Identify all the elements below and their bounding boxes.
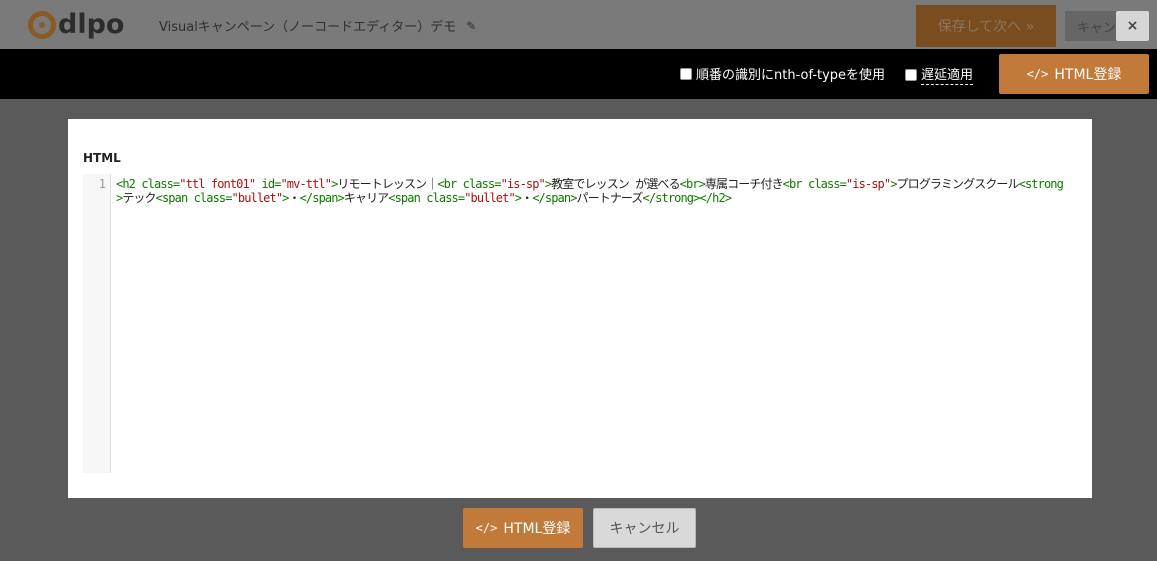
html-editor-panel: HTML 1 <h2 class="ttl font01" id="mv-ttl… <box>68 119 1092 498</box>
page-title: Visualキャンペーン（ノーコードエディター）デモ ✎ <box>159 16 476 36</box>
nth-of-type-checkbox[interactable] <box>680 67 692 80</box>
save-next-button[interactable]: 保存して次へ » <box>916 5 1056 47</box>
close-icon[interactable]: × <box>1116 11 1149 41</box>
code-icon: </> <box>475 521 498 535</box>
logo: dlpo <box>28 10 124 40</box>
code-content[interactable]: <h2 class="ttl font01" id="mv-ttl">リモートレ… <box>116 177 1066 205</box>
section-label: HTML <box>83 151 121 165</box>
html-register-button[interactable]: </> HTML登録 <box>463 508 583 548</box>
campaign-title: Visualキャンペーン（ノーコードエディター）デモ <box>159 20 457 35</box>
logo-text: dlpo <box>58 9 125 40</box>
delay-apply-option[interactable]: 遅延適用 <box>905 64 974 85</box>
modal-toolbar: 順番の識別にnth-of-typeを使用 遅延適用 </> HTML登録 <box>0 49 1157 99</box>
cancel-button[interactable]: キャンセル <box>593 508 696 548</box>
logo-mark-icon <box>28 11 56 39</box>
pencil-icon[interactable]: ✎ <box>466 19 476 33</box>
code-icon: </> <box>1026 67 1049 81</box>
delay-apply-checkbox[interactable] <box>905 68 917 81</box>
app-header: dlpo Visualキャンペーン（ノーコードエディター）デモ ✎ 保存して次へ… <box>0 0 1157 49</box>
line-number: 1 <box>98 177 106 191</box>
code-editor[interactable]: 1 <h2 class="ttl font01" id="mv-ttl">リモー… <box>83 174 1077 473</box>
line-gutter: 1 <box>83 174 111 473</box>
delay-apply-label[interactable]: 遅延適用 <box>921 64 974 85</box>
html-register-label: HTML登録 <box>503 521 571 537</box>
nth-of-type-option[interactable]: 順番の識別にnth-of-typeを使用 <box>680 64 885 83</box>
nth-of-type-label: 順番の識別にnth-of-typeを使用 <box>696 68 886 83</box>
html-register-button-top[interactable]: </> HTML登録 <box>999 54 1149 94</box>
html-register-label: HTML登録 <box>1054 67 1122 83</box>
